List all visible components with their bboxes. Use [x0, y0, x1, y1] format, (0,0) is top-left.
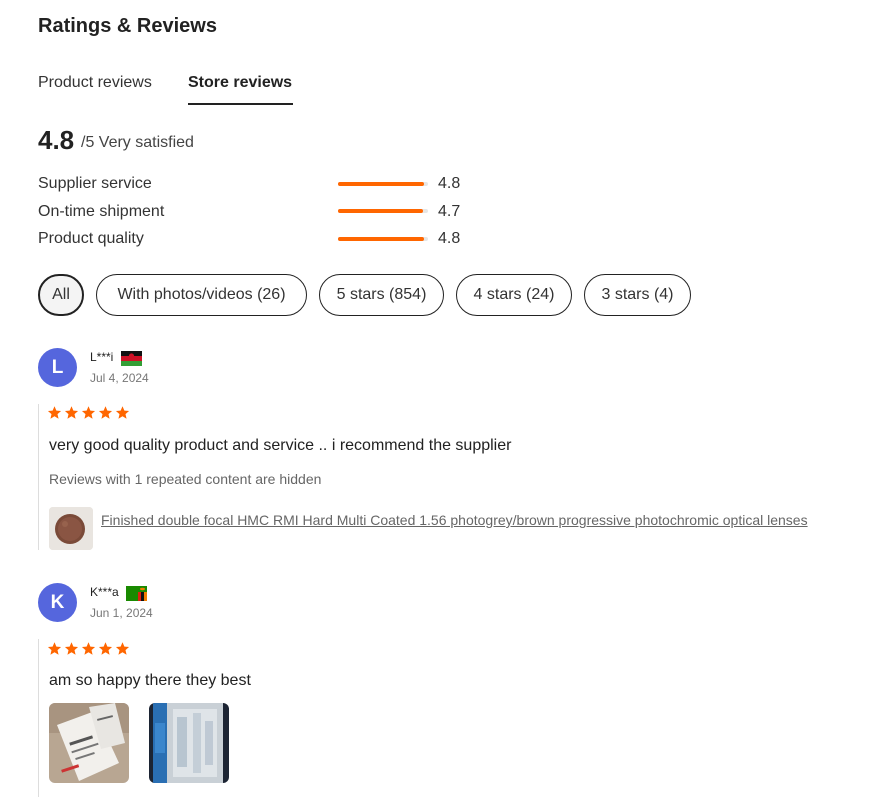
filter-all-chip[interactable]: All — [38, 274, 84, 316]
star-icon — [47, 406, 62, 419]
product-thumbnail[interactable] — [49, 507, 93, 550]
avatar: K — [38, 583, 77, 622]
filter-4-stars-chip[interactable]: 4 stars (24) — [456, 274, 572, 316]
metric-value-supplier-service: 4.8 — [438, 175, 461, 192]
reviewer-name: L***i — [90, 350, 114, 364]
review-photo[interactable] — [49, 703, 129, 783]
product-link[interactable]: Finished double focal HMC RMI Hard Multi… — [101, 510, 821, 531]
star-icon — [64, 642, 79, 655]
filter-5-stars-chip[interactable]: 5 stars (854) — [319, 274, 444, 316]
reviewer-name: K***a — [90, 585, 119, 599]
star-icon — [98, 406, 113, 419]
metric-bar-on-time-shipment — [338, 209, 428, 213]
metric-label-supplier-service: Supplier service — [38, 175, 152, 192]
review-text: am so happy there they best — [49, 672, 251, 689]
overall-score-suffix: /5 Very satisfied — [81, 134, 194, 151]
metric-value-on-time-shipment: 4.7 — [438, 203, 461, 220]
star-icon — [47, 642, 62, 655]
star-icon — [115, 406, 130, 419]
metric-bar-fill — [338, 209, 423, 213]
star-icon — [81, 406, 96, 419]
review-divider — [38, 639, 39, 797]
metric-label-on-time-shipment: On-time shipment — [38, 203, 165, 220]
review-date: Jun 1, 2024 — [90, 606, 153, 620]
metric-label-product-quality: Product quality — [38, 230, 144, 247]
metric-bar-supplier-service — [338, 182, 428, 186]
tab-product-reviews[interactable]: Product reviews — [38, 74, 152, 92]
active-tab-indicator — [188, 103, 293, 105]
metric-value-product-quality: 4.8 — [438, 230, 461, 247]
zambia-flag-icon — [126, 586, 147, 601]
overall-score: 4.8 — [38, 125, 75, 155]
review-divider — [38, 404, 39, 550]
filter-3-stars-chip[interactable]: 3 stars (4) — [584, 274, 691, 316]
malawi-flag-icon — [121, 351, 142, 366]
filter-with-photos-chip[interactable]: With photos/videos (26) — [96, 274, 307, 316]
review-text: very good quality product and service ..… — [49, 437, 512, 454]
star-icon — [98, 642, 113, 655]
star-icon — [115, 642, 130, 655]
review-photo[interactable] — [149, 703, 229, 783]
section-title: Ratings & Reviews — [38, 15, 217, 37]
star-rating — [47, 641, 130, 656]
metric-bar-product-quality — [338, 237, 428, 241]
hidden-reviews-note: Reviews with 1 repeated content are hidd… — [49, 471, 322, 487]
tab-store-reviews[interactable]: Store reviews — [188, 74, 292, 92]
metric-bar-fill — [338, 182, 425, 186]
avatar: L — [38, 348, 77, 387]
star-icon — [64, 406, 79, 419]
metric-bar-fill — [338, 237, 425, 241]
star-rating — [47, 405, 130, 420]
star-icon — [81, 642, 96, 655]
review-date: Jul 4, 2024 — [90, 371, 149, 385]
